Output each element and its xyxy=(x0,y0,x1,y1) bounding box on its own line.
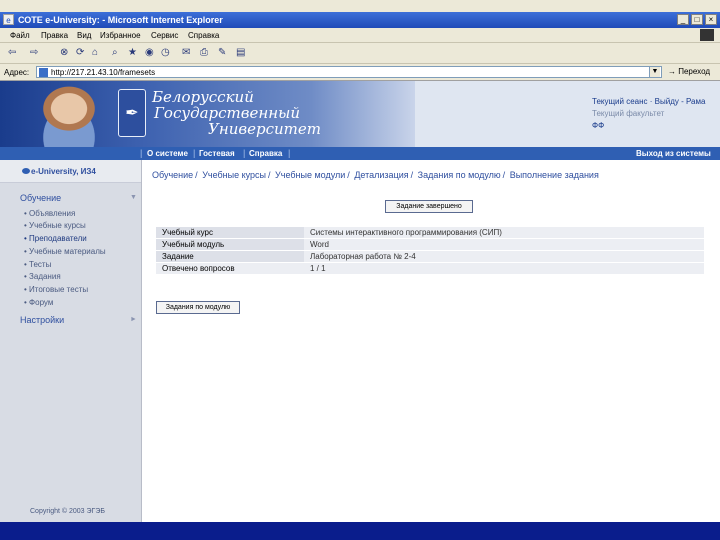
faculty-value: ФФ xyxy=(592,121,605,130)
university-name: Белорусский Государственный Университет xyxy=(152,88,321,138)
maximize-button[interactable]: □ xyxy=(691,14,703,25)
address-label: Адрес: xyxy=(4,68,30,77)
address-input[interactable]: http://217.21.43.10/framesets ▼ xyxy=(36,66,662,78)
media-icon[interactable]: ◉ xyxy=(145,47,154,58)
ie-icon: e xyxy=(3,14,14,25)
university-crest-icon: ✒ xyxy=(118,89,146,137)
title-bar: e СОТЕ e-University: - Microsoft Interne… xyxy=(0,12,720,28)
breadcrumb: Обучение / Учебные курсы / Учебные модули /… xyxy=(152,170,599,180)
taskbar-band xyxy=(0,522,720,540)
sidebar-item-tasks[interactable]: • Задания xyxy=(24,272,61,281)
close-button[interactable]: × xyxy=(705,14,717,25)
site-banner: ✒ Белорусский Государственный Университе… xyxy=(0,81,720,147)
e-university-logo-icon xyxy=(22,168,30,174)
go-label: Переход xyxy=(678,67,711,76)
search-icon[interactable]: ⌕ xyxy=(112,47,118,58)
toolbar: ⇦ ⇨ ⊗ ⟳ ⌂ ⌕ ★ ◉ ◷ ✉ ⎙ ✎ ▤ xyxy=(0,43,720,64)
minimize-button[interactable]: _ xyxy=(677,14,689,25)
breadcrumb-item[interactable]: Учебные курсы xyxy=(202,170,266,180)
menu-bar: Файл Правка Вид Избранное Сервис Справка xyxy=(0,28,720,43)
nav-help[interactable]: Справка xyxy=(249,149,282,158)
task-info-table: Учебный курс Системы интерактивного прогр… xyxy=(156,227,704,275)
edit-icon[interactable]: ✎ xyxy=(218,47,226,58)
sidebar-section-settings[interactable]: Настройки xyxy=(20,315,64,325)
banner-photo xyxy=(24,83,114,147)
table-row: Учебный модуль Word xyxy=(156,238,704,251)
main-content: Обучение / Учебные курсы / Учебные модули /… xyxy=(142,160,720,522)
sidebar: e-University, ИЗ4 Обучение ▼ • Объявлени… xyxy=(0,160,142,522)
nav-guestbook[interactable]: Гостевая xyxy=(199,149,235,158)
favorites-icon[interactable]: ★ xyxy=(128,47,137,58)
table-row: Учебный курс Системы интерактивного прогр… xyxy=(156,227,704,239)
menu-view[interactable]: Вид xyxy=(77,31,91,40)
menu-help[interactable]: Справка xyxy=(188,31,219,40)
session-label: Текущий сеанс xyxy=(592,97,648,106)
sidebar-item-teachers[interactable]: • Преподаватели xyxy=(24,234,87,243)
logout-link[interactable]: Выйду - Рама xyxy=(655,97,706,106)
history-icon[interactable]: ◷ xyxy=(161,47,170,58)
discuss-icon[interactable]: ▤ xyxy=(236,47,245,58)
user-panel: Текущий сеанс · Выйду - Рама Текущий фак… xyxy=(592,96,708,132)
sidebar-item-final-tests[interactable]: • Итоговые тесты xyxy=(24,285,88,294)
menu-file[interactable]: Файл xyxy=(10,31,30,40)
module-tasks-button[interactable]: Задания по модулю xyxy=(156,301,240,314)
breadcrumb-item[interactable]: Детализация xyxy=(354,170,408,180)
window-title: СОТЕ e-University: - Microsoft Internet … xyxy=(18,15,223,25)
copyright: Copyright © 2003 ЭГЭБ xyxy=(30,508,105,515)
back-arrow-icon[interactable]: ⇦ xyxy=(8,47,16,58)
address-dropdown-icon[interactable]: ▼ xyxy=(649,67,660,77)
faculty-label: Текущий факультет xyxy=(592,109,665,118)
sidebar-item-forum[interactable]: • Форум xyxy=(24,298,53,307)
menu-favorites[interactable]: Избранное xyxy=(100,31,141,40)
nav-about[interactable]: О системе xyxy=(147,149,188,158)
browser-window: e СОТЕ e-University: - Microsoft Interne… xyxy=(0,0,720,522)
forward-arrow-icon[interactable]: ⇨ xyxy=(30,47,38,58)
nav-exit[interactable]: Выход из системы xyxy=(636,149,711,158)
task-done-button[interactable]: Задание завершено xyxy=(385,200,473,213)
breadcrumb-item[interactable]: Учебные модули xyxy=(275,170,345,180)
sidebar-item-tests[interactable]: • Тесты xyxy=(24,260,51,269)
windows-flag-icon xyxy=(700,29,714,41)
table-row: Задание Лабораторная работа № 2-4 xyxy=(156,250,704,263)
go-button[interactable]: → Переход xyxy=(668,67,710,76)
table-row: Отвечено вопросов 1 / 1 xyxy=(156,262,704,275)
sidebar-section-learning[interactable]: Обучение xyxy=(20,193,61,203)
collapse-arrow-icon[interactable]: ▼ xyxy=(130,194,137,201)
sidebar-brand: e-University, ИЗ4 xyxy=(31,167,96,176)
breadcrumb-item[interactable]: Обучение xyxy=(152,170,193,180)
breadcrumb-current: Выполнение задания xyxy=(509,170,599,180)
print-icon[interactable]: ⎙ xyxy=(200,47,208,58)
sidebar-item-materials[interactable]: • Учебные материалы xyxy=(24,247,106,256)
menu-edit[interactable]: Правка xyxy=(41,31,68,40)
refresh-icon[interactable]: ⟳ xyxy=(76,47,84,58)
page-icon xyxy=(39,68,48,77)
home-icon[interactable]: ⌂ xyxy=(92,47,98,58)
address-url[interactable]: http://217.21.43.10/framesets xyxy=(51,68,155,77)
stop-icon[interactable]: ⊗ xyxy=(60,47,68,58)
breadcrumb-item[interactable]: Задания по модулю xyxy=(418,170,501,180)
expand-arrow-icon[interactable]: ► xyxy=(130,316,137,323)
address-bar: Адрес: http://217.21.43.10/framesets ▼ →… xyxy=(0,64,720,81)
sidebar-item-courses[interactable]: • Учебные курсы xyxy=(24,221,86,230)
sidebar-item-announcements[interactable]: • Объявления xyxy=(24,209,75,218)
sidebar-header: e-University, ИЗ4 xyxy=(0,160,141,183)
mail-icon[interactable]: ✉ xyxy=(182,47,190,58)
menu-tools[interactable]: Сервис xyxy=(151,31,178,40)
top-nav: | О системе | Гостевая | Справка | Выход… xyxy=(0,147,720,160)
